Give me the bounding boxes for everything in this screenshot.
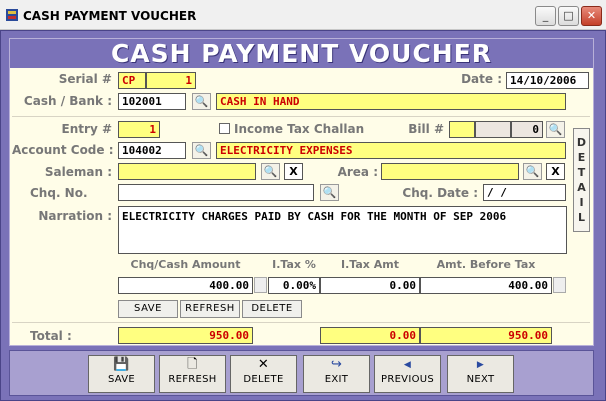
account-code-label: Account Code : xyxy=(12,143,114,157)
maximize-button[interactable]: □ xyxy=(558,6,579,26)
bill-middle-field xyxy=(475,121,511,138)
serial-label: Serial # xyxy=(58,72,112,86)
floppy-disk-icon: 💾 xyxy=(113,357,130,372)
search-icon: 🔍 xyxy=(322,186,337,199)
narration-label: Narration : xyxy=(38,209,112,223)
search-icon: 🔍 xyxy=(194,95,209,108)
cash-bank-lookup-button[interactable]: 🔍 xyxy=(192,93,211,110)
narration-textarea[interactable]: ELECTRICITY CHARGES PAID BY CASH FOR THE… xyxy=(118,206,567,254)
calculator-icon[interactable] xyxy=(553,277,566,293)
itax-pct-field[interactable]: 0.00% xyxy=(268,277,320,294)
area-clear-button[interactable]: X xyxy=(546,163,565,180)
document-icon: 🗋 xyxy=(187,357,198,372)
search-icon: 🔍 xyxy=(525,165,540,178)
divider xyxy=(12,322,590,323)
arrow-right-icon: ▶ xyxy=(476,360,485,370)
toolbar-refresh-button[interactable]: 🗋 REFRESH xyxy=(159,355,226,393)
cash-amount-field[interactable]: 400.00 xyxy=(118,277,253,294)
account-code-field[interactable]: 104002 xyxy=(118,142,186,159)
col-header-itax-pct: I.Tax % xyxy=(272,258,316,271)
amt-before-tax-field[interactable]: 400.00 xyxy=(420,277,552,294)
date-label: Date : xyxy=(461,72,502,86)
saleman-clear-button[interactable]: X xyxy=(284,163,303,180)
chq-no-label: Chq. No. xyxy=(30,186,88,200)
saleman-label: Saleman : xyxy=(44,165,112,179)
col-header-amt-before-tax: Amt. Before Tax xyxy=(436,258,536,271)
bill-prefix-field[interactable] xyxy=(449,121,475,138)
saleman-field[interactable] xyxy=(118,163,256,180)
account-name-field: ELECTRICITY EXPENSES xyxy=(216,142,566,159)
minimize-button[interactable]: _ xyxy=(535,6,556,26)
itax-amt-field[interactable]: 0.00 xyxy=(320,277,420,294)
calculator-icon[interactable] xyxy=(254,277,267,293)
toolbar-exit-button[interactable]: ↪ EXIT xyxy=(303,355,370,393)
serial-number-field[interactable]: 1 xyxy=(146,72,196,89)
account-lookup-button[interactable]: 🔍 xyxy=(192,142,211,159)
income-tax-challan-label: Income Tax Challan xyxy=(234,122,365,136)
col-header-cash-amount: Chq/Cash Amount xyxy=(130,258,241,271)
search-icon: 🔍 xyxy=(263,165,278,178)
total-cash-amount: 950.00 xyxy=(118,327,253,344)
chq-date-label: Chq. Date : xyxy=(402,186,478,200)
exit-icon: ↪ xyxy=(330,357,343,372)
detail-tab-label: D E T A I L xyxy=(576,136,587,224)
form-banner: CASH PAYMENT VOUCHER xyxy=(110,39,493,68)
toolbar-save-button[interactable]: 💾 SAVE xyxy=(88,355,155,393)
app-icon xyxy=(6,9,18,21)
toolbar-previous-button[interactable]: ◀ PREVIOUS xyxy=(374,355,441,393)
chq-lookup-button[interactable]: 🔍 xyxy=(320,184,339,201)
bill-number-field[interactable]: 0 xyxy=(511,121,543,138)
row-delete-button[interactable]: DELETE xyxy=(242,300,302,318)
cash-bank-code-field[interactable]: 102001 xyxy=(118,93,186,110)
toolbar-refresh-label: REFRESH xyxy=(168,374,217,385)
area-lookup-button[interactable]: 🔍 xyxy=(523,163,542,180)
area-field[interactable] xyxy=(381,163,519,180)
income-tax-challan-checkbox[interactable] xyxy=(219,123,230,134)
window-title: CASH PAYMENT VOUCHER xyxy=(23,9,197,23)
entry-label: Entry # xyxy=(61,122,112,136)
chq-date-field[interactable]: / / xyxy=(483,184,566,201)
delete-x-icon: ✕ xyxy=(257,357,270,372)
serial-prefix-field[interactable]: CP xyxy=(118,72,146,89)
saleman-lookup-button[interactable]: 🔍 xyxy=(261,163,280,180)
toolbar-exit-label: EXIT xyxy=(324,374,349,385)
close-button[interactable]: ✕ xyxy=(581,6,602,26)
total-itax-amt: 0.00 xyxy=(320,327,420,344)
toolbar-save-label: SAVE xyxy=(107,374,136,385)
row-save-button[interactable]: SAVE xyxy=(118,300,178,318)
toolbar-previous-label: PREVIOUS xyxy=(380,374,435,385)
toolbar-delete-button[interactable]: ✕ DELETE xyxy=(230,355,297,393)
total-label: Total : xyxy=(30,329,72,343)
entry-number-field[interactable]: 1 xyxy=(118,121,160,138)
arrow-left-icon: ◀ xyxy=(403,360,412,370)
total-amt-before-tax: 950.00 xyxy=(420,327,552,344)
toolbar-next-label: NEXT xyxy=(466,374,495,385)
divider xyxy=(12,116,590,117)
cash-bank-label: Cash / Bank : xyxy=(23,94,112,108)
toolbar-delete-label: DELETE xyxy=(243,374,284,385)
bill-lookup-button[interactable]: 🔍 xyxy=(546,121,565,138)
cash-bank-name-field: CASH IN HAND xyxy=(216,93,566,110)
search-icon: 🔍 xyxy=(194,144,209,157)
col-header-itax-amt: I.Tax Amt xyxy=(341,258,399,271)
row-refresh-button[interactable]: REFRESH xyxy=(180,300,240,318)
date-field[interactable]: 14/10/2006 xyxy=(506,72,589,89)
bill-label: Bill # xyxy=(408,122,444,136)
chq-no-field[interactable] xyxy=(118,184,314,201)
search-icon: 🔍 xyxy=(548,123,563,136)
area-label: Area : xyxy=(337,165,378,179)
detail-tab[interactable]: D E T A I L xyxy=(573,128,590,232)
toolbar-next-button[interactable]: ▶ NEXT xyxy=(447,355,514,393)
